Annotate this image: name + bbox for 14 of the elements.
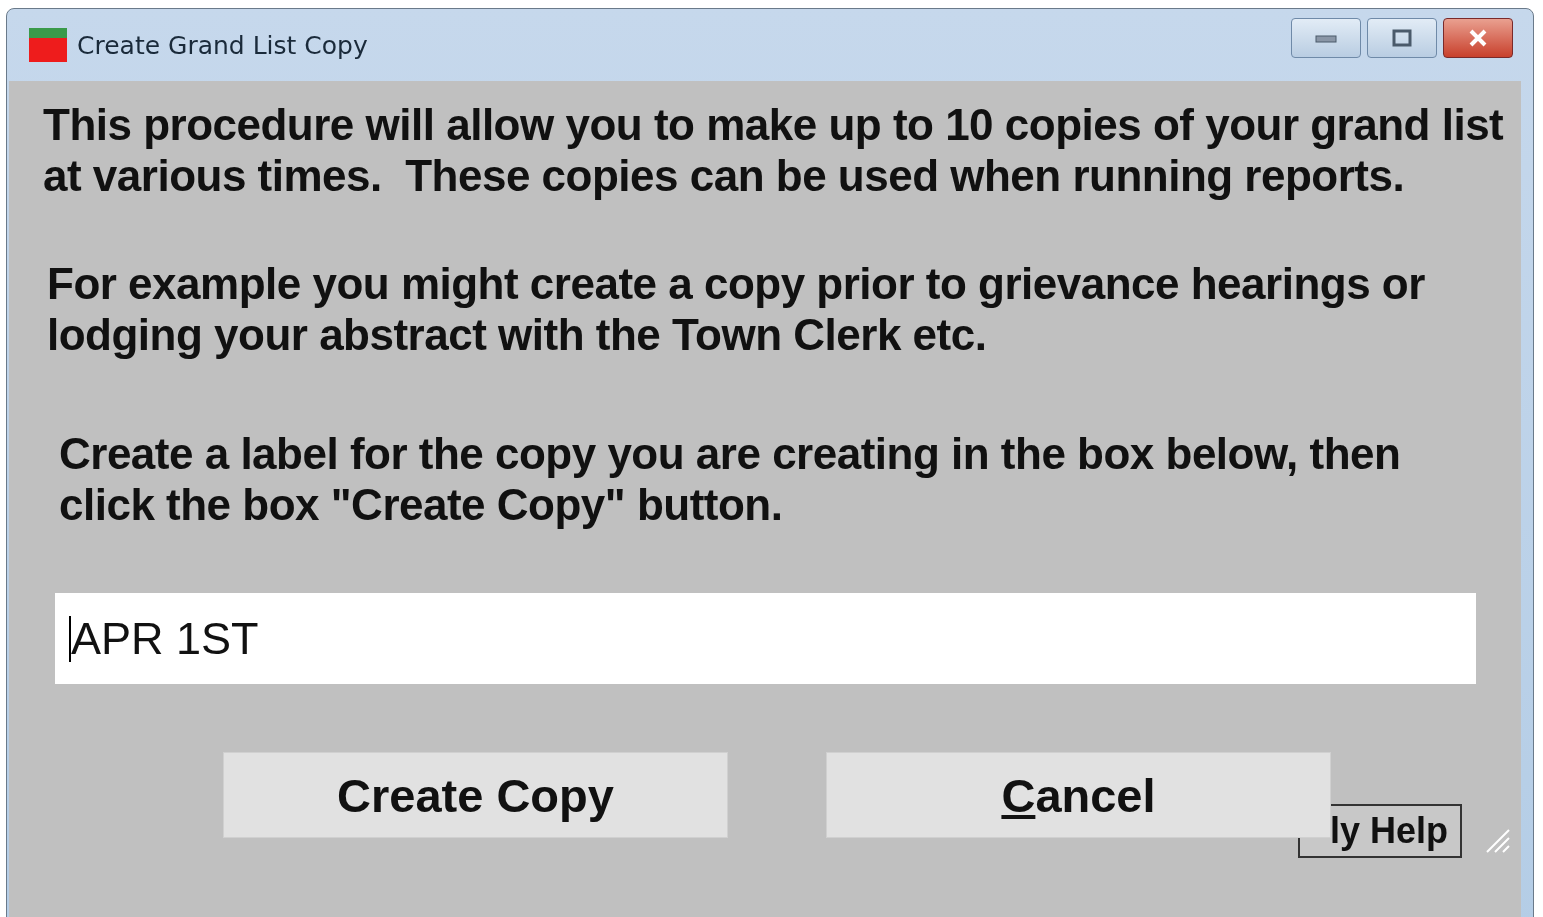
maximize-button[interactable] (1367, 18, 1437, 58)
intro-text: This procedure will allow you to make up to 10 copies of your grand list at various times. These copies can be used when running reports. (42, 99, 1505, 201)
maximize-icon (1392, 29, 1412, 47)
close-button[interactable] (1443, 18, 1513, 58)
minimize-button[interactable] (1291, 18, 1361, 58)
instruction-text: Create a label for the copy you are creating in the box below, then click the box "Create Copy" button. (58, 428, 1402, 530)
label-input-field[interactable]: APR 1ST (55, 593, 1476, 684)
window-title: Create Grand List Copy (77, 30, 368, 60)
minimize-icon (1315, 33, 1337, 43)
app-icon (29, 26, 67, 64)
example-text: For example you might create a copy prior to grievance hearings or lodging your abstract with the Town Clerk etc. (46, 258, 1426, 360)
close-icon (1467, 28, 1489, 48)
dialog-button[interactable]: Cancel (826, 752, 1331, 838)
dialog-button[interactable]: Create Copy (223, 752, 728, 838)
